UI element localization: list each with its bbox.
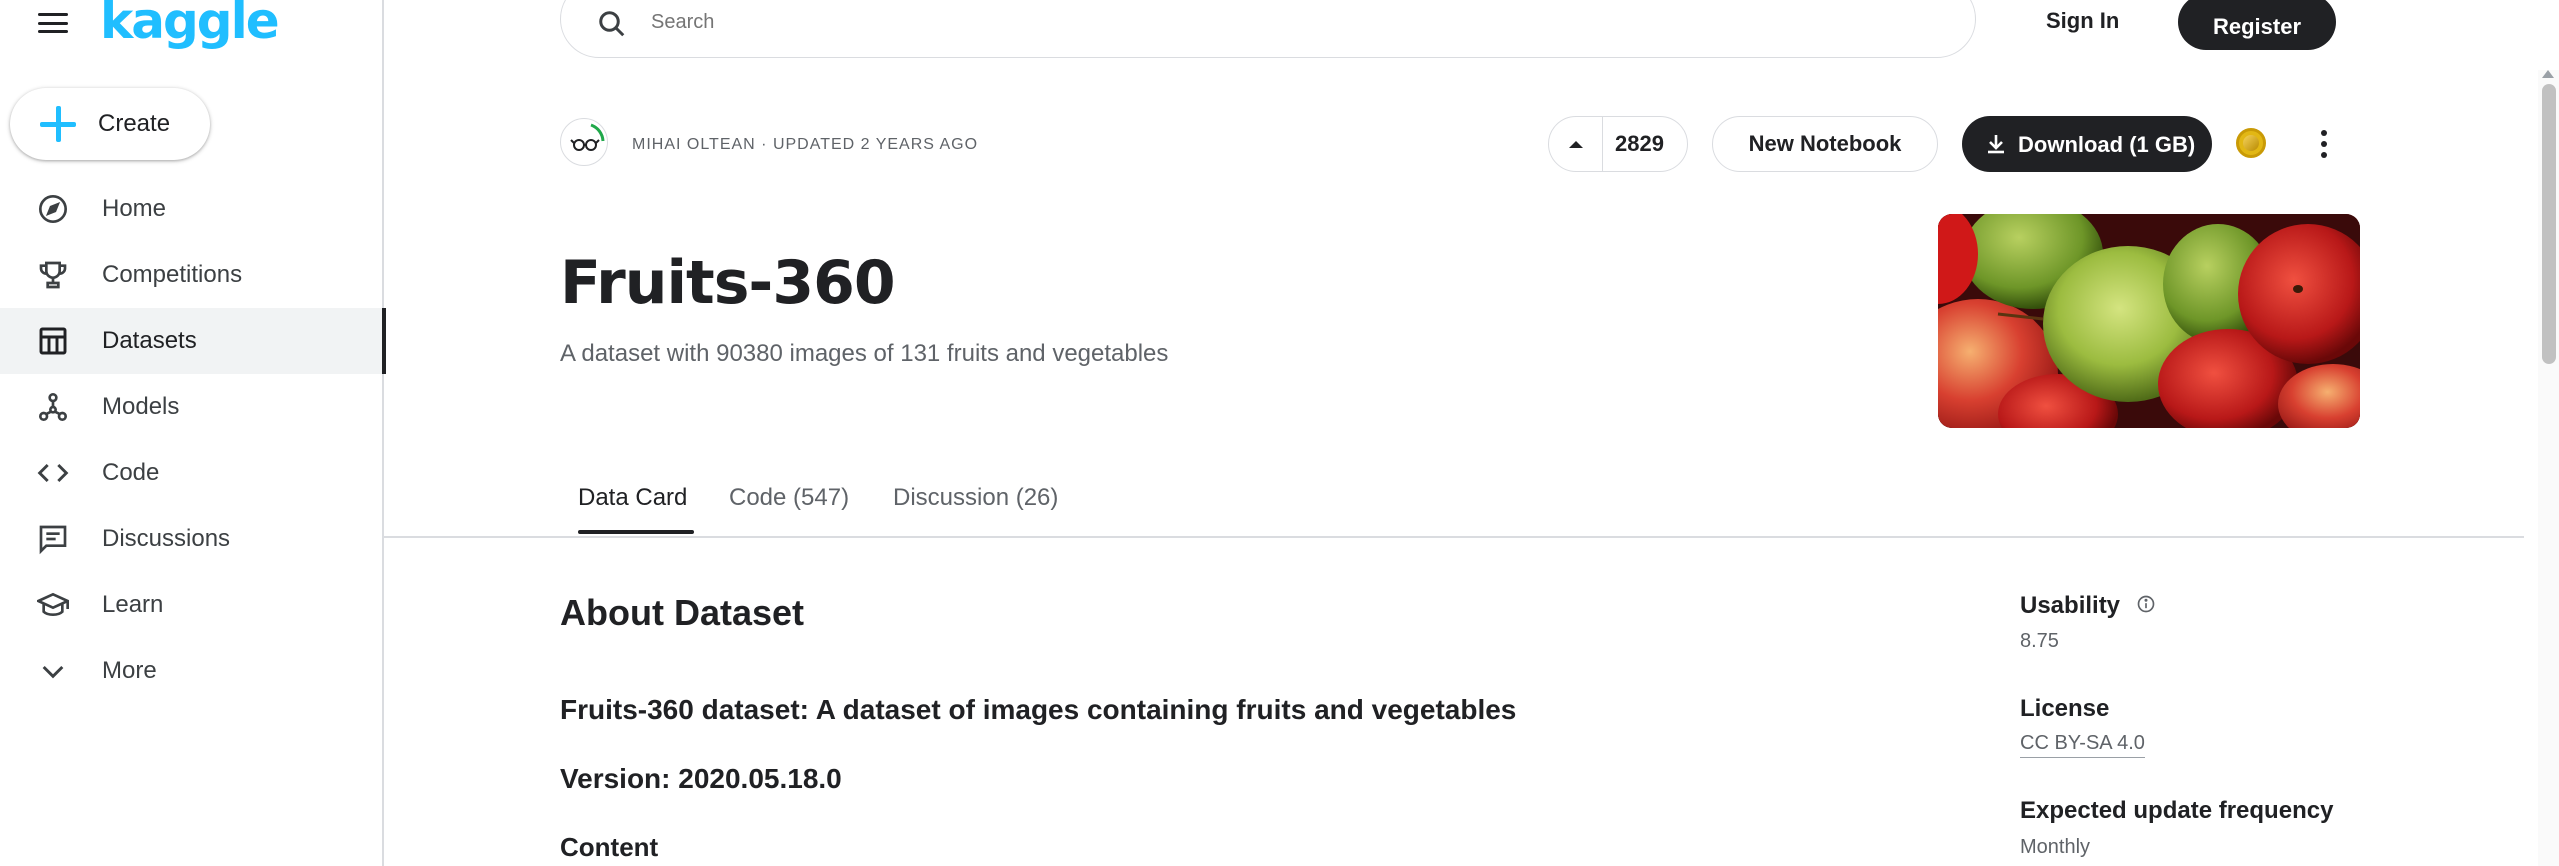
sidebar-item-label: Discussions bbox=[102, 525, 231, 552]
sidebar-item-discussions[interactable]: Discussions bbox=[0, 506, 384, 572]
chevron-down-icon bbox=[36, 654, 70, 688]
tab-data-card[interactable]: Data Card bbox=[578, 484, 687, 512]
dataset-cover-image bbox=[1938, 214, 2360, 428]
scroll-thumb[interactable] bbox=[2542, 84, 2556, 364]
sidebar-item-home[interactable]: Home bbox=[0, 176, 384, 242]
sidebar-item-label: More bbox=[102, 657, 157, 684]
upvote-count: 2829 bbox=[1615, 131, 1664, 156]
sidebar-item-learn[interactable]: Learn bbox=[0, 572, 384, 638]
scroll-up-arrow-icon[interactable] bbox=[2542, 70, 2554, 78]
sidebar-item-label: Models bbox=[102, 393, 180, 420]
dataset-tabs: Data Card Code (547) Discussion (26) bbox=[384, 470, 2524, 538]
discussion-icon bbox=[36, 522, 70, 556]
license-link[interactable]: CC BY-SA 4.0 bbox=[2020, 732, 2145, 758]
code-icon bbox=[36, 456, 70, 490]
update-frequency-label: Expected update frequency bbox=[2020, 797, 2334, 824]
models-icon bbox=[36, 390, 70, 424]
sign-in-button[interactable]: Sign In bbox=[2046, 8, 2119, 34]
content-heading-content: Content bbox=[560, 832, 659, 862]
sidebar-item-label: Code bbox=[102, 459, 160, 486]
download-label: Download (1 GB) bbox=[2018, 132, 2196, 157]
sidebar-item-datasets[interactable]: Datasets bbox=[0, 308, 386, 374]
plus-icon bbox=[40, 106, 76, 142]
gold-medal-icon[interactable] bbox=[2236, 128, 2266, 158]
menu-icon[interactable] bbox=[38, 10, 68, 36]
table-icon bbox=[36, 324, 70, 358]
register-button[interactable]: Register bbox=[2178, 0, 2336, 50]
content-heading-version: Version: 2020.05.18.0 bbox=[560, 763, 842, 794]
sidebar-header: kaggle bbox=[0, 0, 384, 50]
license-label: License bbox=[2020, 695, 2110, 722]
usability-label: Usability bbox=[2020, 592, 2121, 619]
sidebar-item-competitions[interactable]: Competitions bbox=[0, 242, 384, 308]
update-frequency-value: Monthly bbox=[2020, 836, 2091, 858]
author-avatar[interactable] bbox=[560, 118, 608, 166]
download-icon bbox=[1988, 135, 2004, 154]
sidebar-item-more[interactable]: More bbox=[0, 638, 384, 704]
upvote-button[interactable] bbox=[1549, 117, 1603, 171]
sidebar-item-label: Datasets bbox=[102, 327, 197, 354]
sidebar-item-code[interactable]: Code bbox=[0, 440, 384, 506]
tab-discussion[interactable]: Discussion (26) bbox=[893, 484, 1058, 512]
search-bar[interactable] bbox=[560, 0, 1976, 58]
create-button[interactable]: Create bbox=[10, 88, 210, 160]
sidebar-item-label: Competitions bbox=[102, 261, 243, 288]
about-dataset-heading: About Dataset bbox=[560, 592, 805, 633]
trophy-icon bbox=[36, 258, 70, 292]
search-input[interactable] bbox=[651, 11, 1851, 34]
upvote-control: 2829 bbox=[1548, 116, 1688, 172]
fruit-image bbox=[1938, 214, 2360, 428]
glasses-icon bbox=[570, 123, 605, 151]
page-subtitle: A dataset with 90380 images of 131 fruit… bbox=[560, 340, 1169, 367]
kaggle-logo[interactable]: kaggle bbox=[100, 0, 280, 50]
search-icon bbox=[599, 11, 625, 37]
caret-up-icon bbox=[1568, 141, 1583, 148]
create-label: Create bbox=[98, 110, 171, 137]
sidebar-item-models[interactable]: Models bbox=[0, 374, 384, 440]
info-icon[interactable] bbox=[2136, 594, 2156, 614]
more-options-icon[interactable] bbox=[2310, 126, 2338, 162]
page-scrollbar[interactable] bbox=[2538, 70, 2559, 866]
download-button[interactable]: Download (1 GB) bbox=[1962, 116, 2212, 172]
author-meta: MIHAI OLTEAN · UPDATED 2 YEARS AGO bbox=[632, 136, 979, 153]
sidebar-item-label: Home bbox=[102, 195, 167, 222]
sidebar-nav: Home Competitions Datasets Models Code D… bbox=[0, 176, 386, 704]
sidebar-item-label: Learn bbox=[102, 591, 164, 618]
page-title: Fruits-360 bbox=[560, 248, 896, 318]
compass-icon bbox=[36, 192, 70, 226]
tab-code[interactable]: Code (547) bbox=[729, 484, 849, 512]
usability-value: 8.75 bbox=[2020, 630, 2059, 652]
graduation-cap-icon bbox=[36, 588, 70, 622]
active-tab-indicator bbox=[578, 530, 694, 534]
new-notebook-button[interactable]: New Notebook bbox=[1712, 116, 1938, 172]
sidebar: kaggle Create Home Competitions Datasets bbox=[0, 0, 386, 866]
content-heading-title: Fruits-360 dataset: A dataset of images … bbox=[560, 694, 1517, 725]
